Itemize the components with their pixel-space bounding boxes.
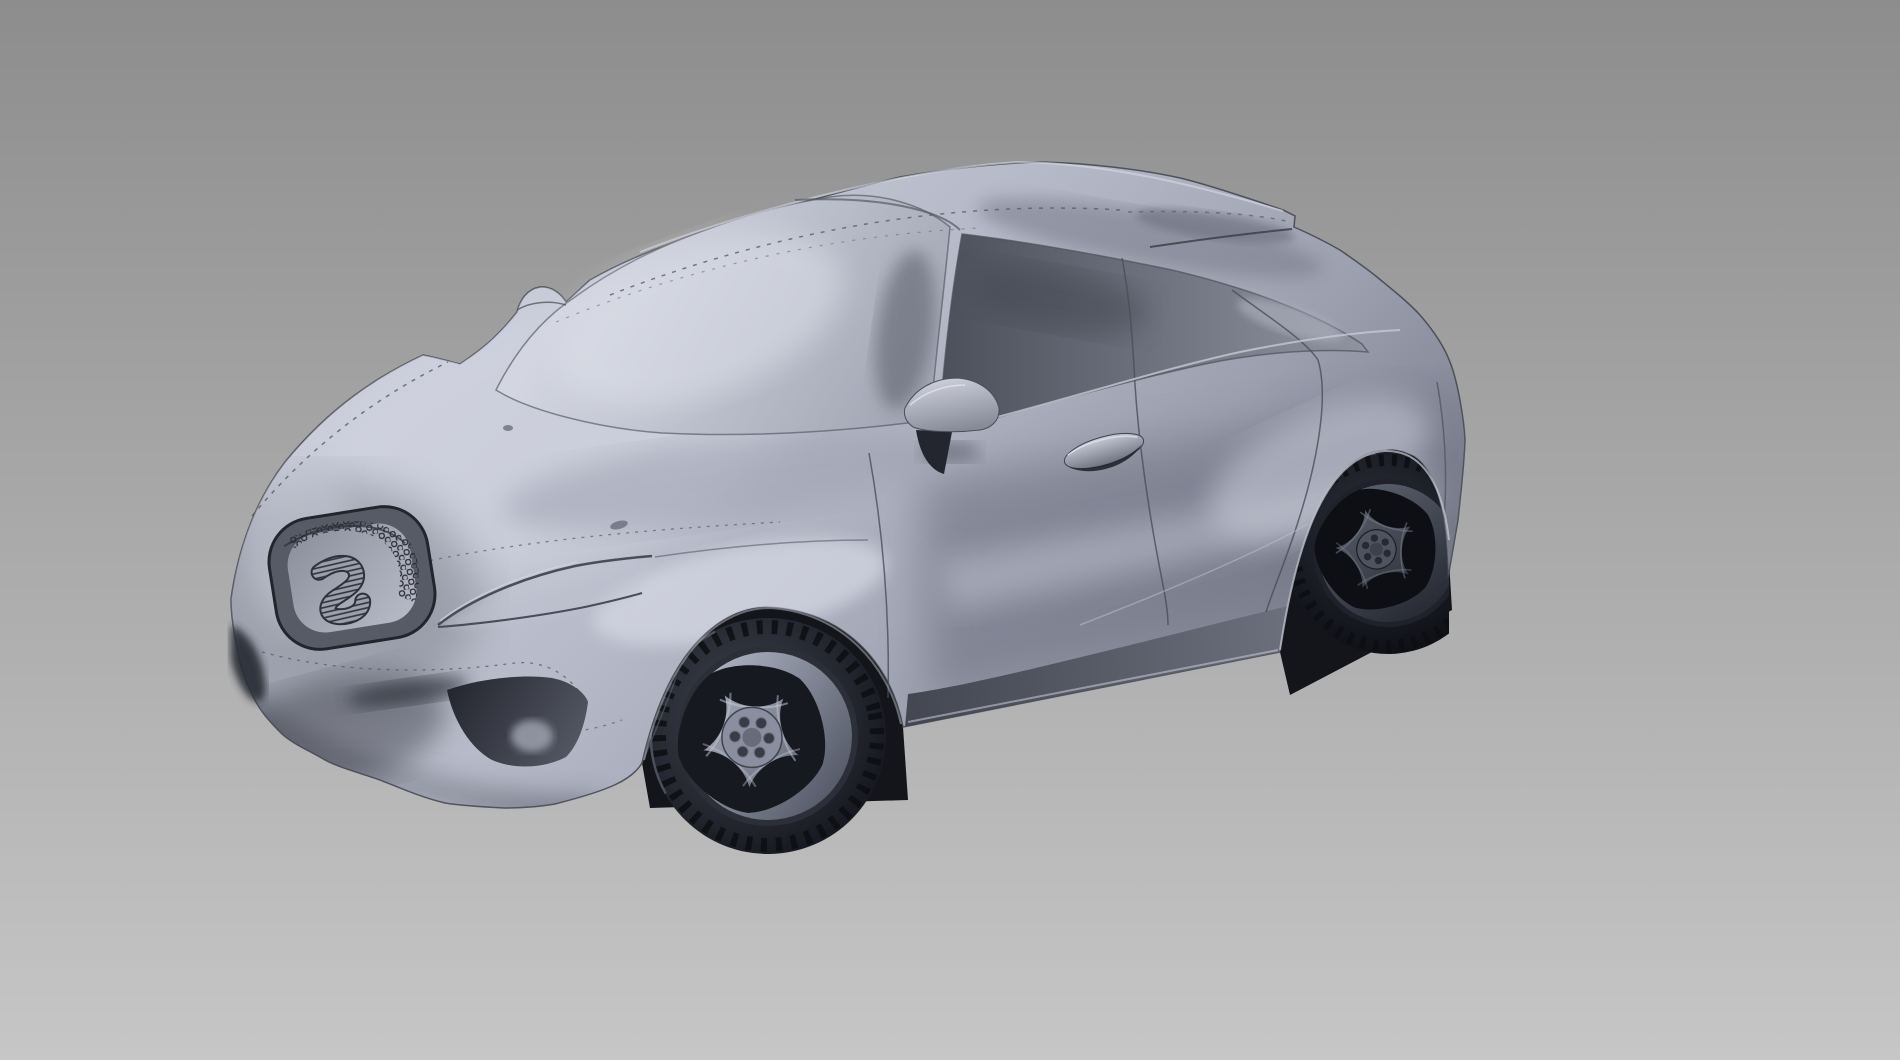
grille bbox=[263, 500, 442, 655]
fog-lamp bbox=[511, 720, 553, 752]
render-viewport[interactable]: Full-screen 3D shaded render of a silver… bbox=[0, 0, 1900, 1060]
